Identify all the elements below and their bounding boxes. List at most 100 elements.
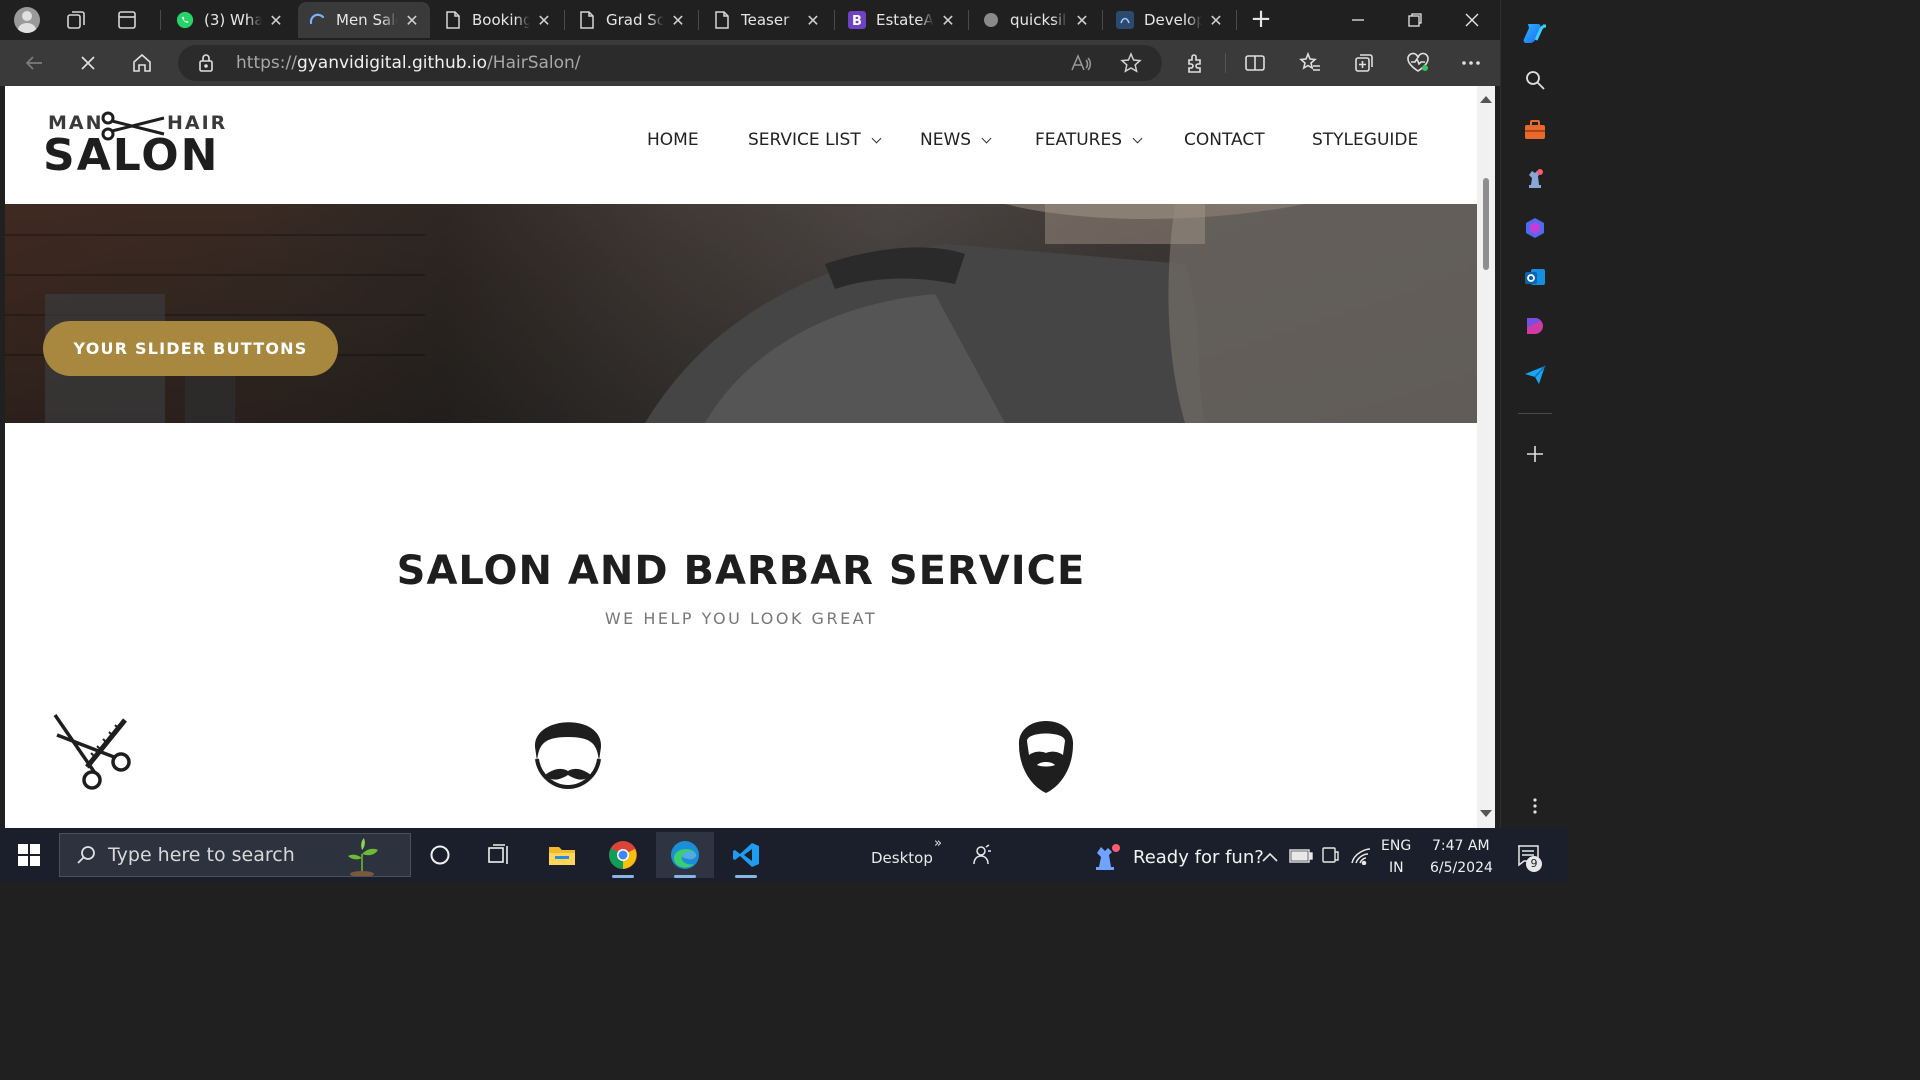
tab-booking[interactable]: Booking ✕ [434,2,562,38]
toolbar-expand-icon[interactable]: » [934,836,942,851]
tab-quicksilver[interactable]: quicksilver ✕ [972,2,1100,38]
workspaces-icon[interactable] [56,0,96,40]
tools-briefcase-icon[interactable] [1523,118,1547,142]
people-button[interactable] [952,832,1010,878]
scroll-up-arrow-icon[interactable] [1480,96,1492,103]
url-prefix: https:// [236,53,297,73]
whatsapp-icon [176,11,194,29]
web-page-viewport: MAN HAIR SALON HOME SERVICE LIST NEWS FE… [5,86,1495,828]
home-button[interactable] [127,48,157,78]
browser-essentials-icon[interactable] [1403,48,1433,78]
close-tab-icon[interactable]: ✕ [670,11,686,30]
github-icon [982,11,1000,29]
tab-separator [968,10,969,30]
chevron-down-icon [1132,133,1143,143]
scrollbar-thumb[interactable] [1483,178,1489,270]
nav-news[interactable]: NEWS [920,130,992,150]
nav-features[interactable]: FEATURES [1035,130,1143,150]
notification-center-icon[interactable]: 9 [1516,844,1542,872]
search-icon[interactable] [1523,68,1547,92]
cortana-button[interactable] [411,832,469,878]
wifi-icon[interactable] [1350,845,1372,869]
games-chess-icon[interactable] [1523,167,1547,191]
taskbar-search-box[interactable]: Type here to search [59,833,411,877]
notification-promo-text[interactable]: Ready for fun? [1133,847,1264,868]
vscode-app[interactable] [717,832,775,878]
close-tab-icon[interactable]: ✕ [404,11,420,30]
extensions-icon[interactable] [1181,48,1211,78]
task-view-button[interactable] [470,832,528,878]
tab-men-salon[interactable]: Men Salon ✕ [298,2,430,38]
nav-label: CONTACT [1184,130,1265,150]
stop-loading-button[interactable] [73,48,103,78]
site-logo[interactable]: MAN HAIR SALON [43,110,225,180]
address-bar[interactable]: https://gyanvidigital.github.io/HairSalo… [178,45,1162,81]
tab-grad-school[interactable]: Grad School ✕ [568,2,696,38]
nav-contact[interactable]: CONTACT [1184,130,1265,150]
back-button[interactable] [19,48,49,78]
tab-whatsapp[interactable]: (3) What ✕ [166,2,294,38]
start-button[interactable] [0,828,58,882]
clock-time[interactable]: 7:47 AM [1432,838,1490,854]
close-tab-icon[interactable]: ✕ [1074,11,1090,30]
close-tab-icon[interactable]: ✕ [940,11,956,30]
send-icon[interactable] [1523,363,1547,387]
tab-actions-icon[interactable] [107,0,147,40]
designer-icon[interactable] [1523,314,1547,338]
tab-title: Booking [472,11,530,29]
restore-button[interactable] [1387,0,1443,40]
tab-teaser[interactable]: Teaser ✕ [703,2,831,38]
microsoft-365-icon[interactable] [1523,216,1547,240]
split-screen-icon[interactable] [1240,48,1270,78]
chrome-app[interactable] [594,832,652,878]
minimize-button[interactable] [1330,0,1386,40]
desktop-toolbar-label[interactable]: Desktop [871,849,933,867]
services-subtitle: WE HELP YOU LOOK GREAT [604,609,878,628]
more-options-icon[interactable] [1456,48,1486,78]
battery-icon[interactable] [1289,848,1313,867]
nav-label: FEATURES [1035,130,1123,150]
nav-styleguide[interactable]: STYLEGUIDE [1312,130,1418,150]
chess-game-icon[interactable] [1092,840,1124,876]
favorites-icon[interactable] [1295,48,1325,78]
services-title: SALON AND BARBAR SERVICE [396,548,1086,594]
tab-title: (3) What [204,11,262,29]
edge-app[interactable] [656,832,714,878]
url-text[interactable]: https://gyanvidigital.github.io/HairSalo… [236,53,581,73]
tab-separator [160,10,161,30]
toolbar-divider [1225,53,1226,73]
bootstrap-icon: B [848,11,866,29]
hero-barber-photo [5,204,1477,423]
lock-icon[interactable] [198,53,214,77]
device-icon[interactable] [1321,846,1339,868]
favorite-star-icon[interactable] [1120,52,1142,78]
tab-separator [564,10,565,30]
page-scrollbar[interactable] [1477,86,1495,828]
close-tab-icon[interactable]: ✕ [268,11,284,30]
collections-icon[interactable] [1349,48,1379,78]
outlook-icon[interactable] [1523,265,1547,289]
close-tab-icon[interactable]: ✕ [536,11,552,30]
chevron-up-icon[interactable] [1262,848,1278,867]
close-tab-icon[interactable]: ✕ [805,11,821,30]
sidebar-settings-icon[interactable] [1523,794,1547,818]
language-indicator[interactable]: ENG [1381,838,1411,854]
nav-service-list[interactable]: SERVICE LIST [748,130,882,150]
slider-button[interactable]: YOUR SLIDER BUTTONS [43,321,338,376]
file-explorer-app[interactable] [533,832,591,878]
new-tab-button[interactable]: + [1245,4,1277,36]
copilot-icon[interactable] [1520,18,1550,48]
add-sidebar-app-icon[interactable] [1523,442,1547,466]
scroll-down-arrow-icon[interactable] [1480,810,1492,817]
clock-date[interactable]: 6/5/2024 [1430,860,1493,876]
nav-home[interactable]: HOME [647,130,699,150]
close-tab-icon[interactable]: ✕ [1208,11,1224,30]
region-indicator[interactable]: IN [1389,860,1404,876]
read-aloud-icon[interactable] [1070,52,1092,78]
tab-estate-agency[interactable]: B EstateAgency ✕ [838,2,966,38]
services-section: SALON AND BARBAR SERVICE WE HELP YOU LOO… [5,423,1477,828]
beard-icon [1001,705,1091,795]
profile-avatar[interactable] [7,0,47,40]
tab-develop[interactable]: Develop ✕ [1106,2,1234,38]
close-window-button[interactable] [1444,0,1500,40]
